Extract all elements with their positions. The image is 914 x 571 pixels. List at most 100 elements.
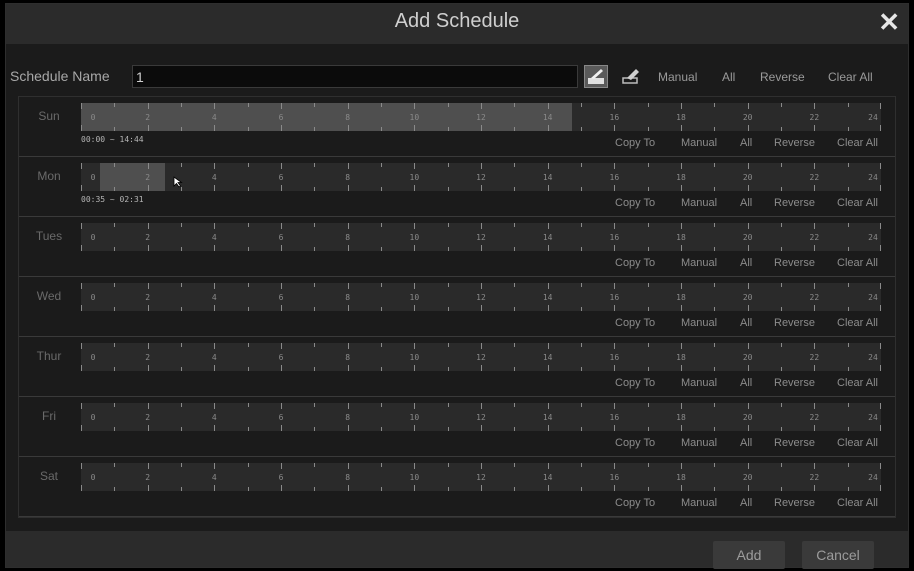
row-action-manual[interactable]: Manual bbox=[681, 377, 717, 389]
top-reverse-link[interactable]: Reverse bbox=[760, 70, 805, 84]
row-action-copy-to[interactable]: Copy To bbox=[615, 437, 655, 449]
hour-tick bbox=[414, 403, 416, 409]
row-action-all[interactable]: All bbox=[740, 437, 752, 449]
row-action-reverse[interactable]: Reverse bbox=[774, 317, 815, 329]
hour-tick bbox=[814, 125, 816, 131]
row-action-copy-to[interactable]: Copy To bbox=[615, 137, 655, 149]
row-action-reverse[interactable]: Reverse bbox=[774, 257, 815, 269]
hour-tick bbox=[414, 485, 416, 491]
row-action-reverse[interactable]: Reverse bbox=[774, 137, 815, 149]
scheduled-range[interactable] bbox=[81, 103, 573, 131]
row-action-reverse[interactable]: Reverse bbox=[774, 437, 815, 449]
hour-label: 10 bbox=[409, 113, 420, 122]
row-action-clear-all[interactable]: Clear All bbox=[837, 137, 878, 149]
erase-tool-icon[interactable] bbox=[620, 65, 644, 88]
hour-label: 2 bbox=[145, 353, 151, 362]
row-action-manual[interactable]: Manual bbox=[681, 497, 717, 509]
hour-tick bbox=[647, 103, 649, 107]
top-all-link[interactable]: All bbox=[722, 70, 735, 84]
row-action-clear-all[interactable]: Clear All bbox=[837, 497, 878, 509]
hour-tick bbox=[847, 223, 849, 227]
row-action-manual[interactable]: Manual bbox=[681, 437, 717, 449]
hour-tick bbox=[880, 103, 881, 109]
row-action-all[interactable]: All bbox=[740, 377, 752, 389]
hour-tick bbox=[581, 427, 582, 431]
hour-label: 6 bbox=[278, 473, 284, 482]
hour-tick bbox=[681, 163, 682, 169]
hour-tick bbox=[614, 425, 616, 431]
top-clear-all-link[interactable]: Clear All bbox=[828, 70, 873, 84]
row-action-copy-to[interactable]: Copy To bbox=[615, 197, 655, 209]
time-track[interactable]: 0 2 4 6 8 10 12 14 16 18 20 22 24 bbox=[81, 283, 881, 311]
time-track[interactable]: 0 2 4 6 8 10 12 14 16 18 20 22 24 bbox=[81, 103, 881, 131]
hour-label: 8 bbox=[345, 113, 351, 122]
row-action-all[interactable]: All bbox=[740, 257, 752, 269]
row-action-clear-all[interactable]: Clear All bbox=[837, 317, 878, 329]
hour-tick bbox=[681, 343, 682, 349]
scheduled-range[interactable] bbox=[100, 163, 165, 191]
row-action-manual[interactable]: Manual bbox=[681, 197, 717, 209]
row-action-all[interactable]: All bbox=[740, 497, 752, 509]
hour-tick bbox=[214, 463, 216, 469]
hour-tick bbox=[214, 223, 216, 229]
hour-tick bbox=[880, 463, 881, 469]
row-action-clear-all[interactable]: Clear All bbox=[837, 377, 878, 389]
hour-tick bbox=[547, 365, 549, 371]
time-track[interactable]: 0 2 4 6 8 10 12 14 16 18 20 22 24 bbox=[81, 343, 881, 371]
hour-label: 0 bbox=[90, 293, 96, 302]
hour-tick bbox=[581, 487, 582, 491]
row-action-manual[interactable]: Manual bbox=[681, 137, 717, 149]
cancel-button[interactable]: Cancel bbox=[802, 541, 874, 569]
row-action-clear-all[interactable]: Clear All bbox=[837, 257, 878, 269]
hour-tick bbox=[747, 223, 749, 229]
hour-tick bbox=[181, 127, 182, 131]
row-action-copy-to[interactable]: Copy To bbox=[615, 377, 655, 389]
time-track[interactable]: 0 2 4 6 8 10 12 14 16 18 20 22 24 bbox=[81, 463, 881, 491]
hour-tick bbox=[481, 403, 482, 409]
row-action-all[interactable]: All bbox=[740, 317, 752, 329]
hour-tick bbox=[514, 427, 516, 431]
row-action-reverse[interactable]: Reverse bbox=[774, 497, 815, 509]
hour-tick bbox=[714, 103, 716, 107]
hour-label: 22 bbox=[809, 353, 820, 362]
hour-tick bbox=[414, 125, 416, 131]
row-action-clear-all[interactable]: Clear All bbox=[837, 437, 878, 449]
hour-tick bbox=[81, 283, 82, 289]
draw-tool-icon[interactable] bbox=[584, 65, 608, 88]
top-manual-link[interactable]: Manual bbox=[658, 70, 697, 84]
row-action-all[interactable]: All bbox=[740, 197, 752, 209]
row-action-clear-all[interactable]: Clear All bbox=[837, 197, 878, 209]
time-track[interactable]: 0 2 4 6 8 10 12 14 16 18 20 22 24 bbox=[81, 223, 881, 251]
hour-tick bbox=[147, 163, 149, 169]
hour-tick bbox=[314, 343, 316, 347]
time-track[interactable]: 0 2 4 6 8 10 12 14 16 18 20 22 24 bbox=[81, 403, 881, 431]
row-action-copy-to[interactable]: Copy To bbox=[615, 317, 655, 329]
row-action-all[interactable]: All bbox=[740, 137, 752, 149]
row-action-manual[interactable]: Manual bbox=[681, 317, 717, 329]
hour-tick bbox=[714, 247, 716, 251]
row-action-reverse[interactable]: Reverse bbox=[774, 377, 815, 389]
hour-tick bbox=[347, 485, 349, 491]
hour-tick bbox=[880, 403, 881, 409]
row-action-copy-to[interactable]: Copy To bbox=[615, 497, 655, 509]
close-icon[interactable]: ✕ bbox=[878, 8, 900, 36]
row-action-copy-to[interactable]: Copy To bbox=[615, 257, 655, 269]
add-button[interactable]: Add bbox=[713, 541, 785, 569]
hour-tick bbox=[681, 223, 682, 229]
hour-tick bbox=[547, 185, 549, 191]
row-action-reverse[interactable]: Reverse bbox=[774, 197, 815, 209]
hour-tick bbox=[414, 245, 416, 251]
hour-tick bbox=[181, 103, 182, 107]
time-track[interactable]: 0 2 4 6 8 10 12 14 16 18 20 22 24 bbox=[81, 163, 881, 191]
hour-tick bbox=[681, 283, 682, 289]
hour-label: 4 bbox=[211, 473, 217, 482]
hour-tick bbox=[714, 487, 716, 491]
mouse-pointer-icon bbox=[173, 176, 183, 188]
hour-tick bbox=[181, 247, 182, 251]
schedule-name-input[interactable] bbox=[132, 65, 578, 88]
row-action-manual[interactable]: Manual bbox=[681, 257, 717, 269]
hour-tick bbox=[147, 283, 149, 289]
hour-label: 2 bbox=[145, 413, 151, 422]
hour-label: 12 bbox=[476, 293, 486, 302]
hour-tick bbox=[747, 463, 749, 469]
